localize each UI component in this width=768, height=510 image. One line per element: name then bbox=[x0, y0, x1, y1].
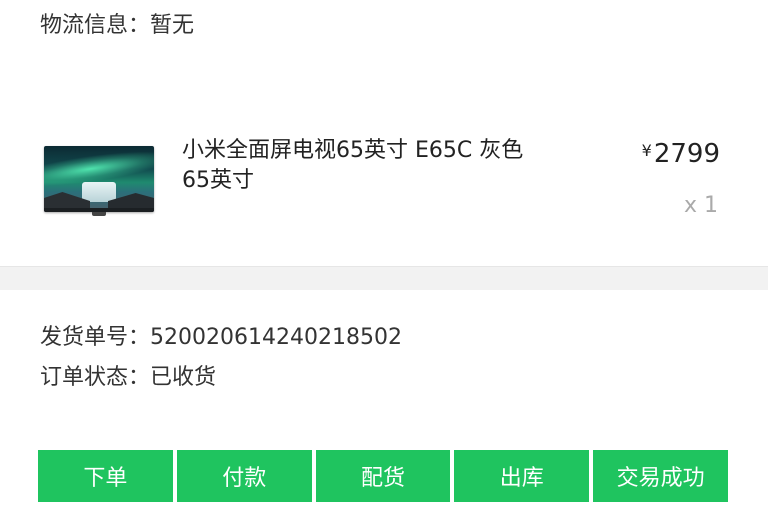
shipping-number-value: 520020614240218502 bbox=[150, 325, 402, 350]
section-divider bbox=[0, 266, 768, 290]
product-name-line2: 65英寸 bbox=[182, 168, 254, 193]
product-item[interactable]: 小米全面屏电视65英寸 E65C 灰色 65英寸 ¥2799 x 1 bbox=[0, 120, 768, 240]
waterfall-graphic bbox=[82, 182, 116, 202]
order-detail-page: 物流信息：暂无 小米全面屏电视65英寸 E65C 灰色 65英寸 ¥2799 x… bbox=[0, 0, 768, 510]
order-status-label: 订单状态： bbox=[40, 365, 151, 390]
price-value: 2799 bbox=[653, 139, 720, 169]
shipping-info: 发货单号：520020614240218502 订单状态：已收货 bbox=[40, 318, 402, 398]
currency-symbol: ¥ bbox=[641, 141, 652, 160]
logistics-value: 暂无 bbox=[150, 13, 195, 38]
order-progress-steps: 下单 付款 配货 出库 交易成功 bbox=[38, 450, 728, 502]
tv-stand bbox=[92, 212, 106, 216]
shipping-number-label: 发货单号： bbox=[40, 325, 151, 350]
logistics-info: 物流信息：暂无 bbox=[40, 10, 194, 42]
step-dispatch[interactable]: 出库 bbox=[454, 450, 590, 502]
product-price: ¥2799 bbox=[642, 134, 720, 171]
tv-product-image[interactable] bbox=[44, 146, 154, 212]
step-payment[interactable]: 付款 bbox=[176, 450, 312, 502]
step-completed[interactable]: 交易成功 bbox=[593, 450, 728, 502]
logistics-label: 物流信息： bbox=[40, 13, 151, 38]
product-name[interactable]: 小米全面屏电视65英寸 E65C 灰色 65英寸 bbox=[182, 136, 582, 196]
shipping-number-row: 发货单号：520020614240218502 bbox=[40, 318, 402, 358]
order-status-value: 已收货 bbox=[150, 365, 217, 390]
product-quantity: x 1 bbox=[683, 193, 718, 218]
order-status-row: 订单状态：已收货 bbox=[40, 358, 402, 398]
step-picking[interactable]: 配货 bbox=[315, 450, 451, 502]
product-name-line1: 小米全面屏电视65英寸 E65C 灰色 bbox=[182, 138, 524, 163]
step-place-order[interactable]: 下单 bbox=[38, 450, 173, 502]
